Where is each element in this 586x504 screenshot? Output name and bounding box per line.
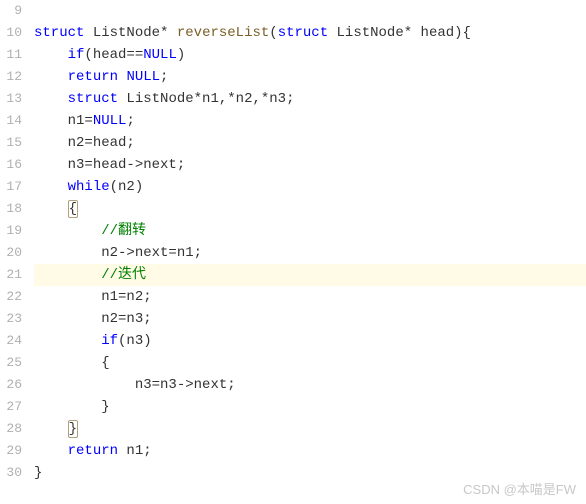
code-line: struct ListNode* reverseList(struct List… (34, 22, 586, 44)
line-number: 21 (0, 264, 22, 286)
code-line: { (34, 198, 586, 220)
line-number: 18 (0, 198, 22, 220)
code-line-current: //迭代 (34, 264, 586, 286)
line-number: 28 (0, 418, 22, 440)
watermark: CSDN @本喵是FW (463, 479, 576, 498)
line-number: 16 (0, 154, 22, 176)
code-line: } (34, 396, 586, 418)
line-number: 9 (0, 0, 22, 22)
line-number: 29 (0, 440, 22, 462)
line-number: 14 (0, 110, 22, 132)
line-number: 19 (0, 220, 22, 242)
line-number: 22 (0, 286, 22, 308)
code-line: if(head==NULL) (34, 44, 586, 66)
code-line: struct ListNode*n1,*n2,*n3; (34, 88, 586, 110)
code-line: n1=n2; (34, 286, 586, 308)
line-number: 13 (0, 88, 22, 110)
code-line: } (34, 418, 586, 440)
line-number: 25 (0, 352, 22, 374)
line-number: 20 (0, 242, 22, 264)
line-number-gutter: 9 10 11 12 13 14 15 16 17 18 19 20 21 22… (0, 0, 28, 504)
code-area[interactable]: struct ListNode* reverseList(struct List… (28, 0, 586, 504)
code-line: { (34, 352, 586, 374)
code-line: while(n2) (34, 176, 586, 198)
line-number: 26 (0, 374, 22, 396)
code-line: return n1; (34, 440, 586, 462)
code-line: n3=n3->next; (34, 374, 586, 396)
code-line: n3=head->next; (34, 154, 586, 176)
line-number: 11 (0, 44, 22, 66)
code-line: return NULL; (34, 66, 586, 88)
line-number: 30 (0, 462, 22, 484)
line-number: 10 (0, 22, 22, 44)
line-number: 24 (0, 330, 22, 352)
code-line: n2->next=n1; (34, 242, 586, 264)
code-line: if(n3) (34, 330, 586, 352)
code-line: n2=head; (34, 132, 586, 154)
line-number: 17 (0, 176, 22, 198)
line-number: 12 (0, 66, 22, 88)
line-number: 15 (0, 132, 22, 154)
line-number: 23 (0, 308, 22, 330)
code-line (34, 0, 586, 22)
line-number: 27 (0, 396, 22, 418)
code-line: n2=n3; (34, 308, 586, 330)
code-line: //翻转 (34, 220, 586, 242)
code-editor: 9 10 11 12 13 14 15 16 17 18 19 20 21 22… (0, 0, 586, 504)
code-line: n1=NULL; (34, 110, 586, 132)
